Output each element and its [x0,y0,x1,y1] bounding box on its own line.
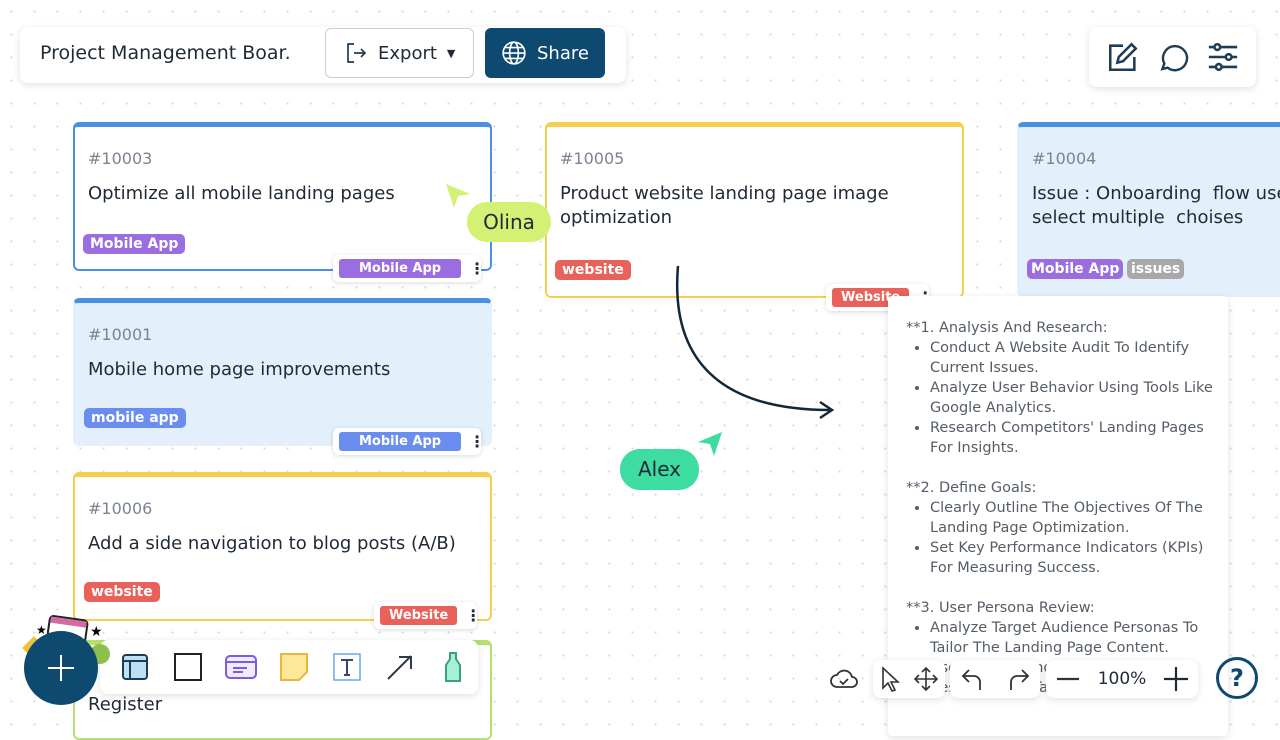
marker-icon[interactable] [433,647,473,687]
text-icon[interactable] [327,647,367,687]
collaborator-label-alex: Alex [620,449,699,490]
zoom-level: 100% [1097,669,1147,689]
notes-heading: **3. User Persona Review: [906,600,1095,616]
notes-heading: **1. Analysis And Research: [906,320,1108,336]
collaborator-label-olina: Olina [467,202,551,242]
arrow-icon[interactable] [380,647,420,687]
note-item: Analyze Target Audience Personas To Tail… [930,618,1218,658]
add-button[interactable] [24,631,98,705]
card-icon[interactable] [221,647,261,687]
zoom-in-icon[interactable] [1162,665,1190,693]
redo-icon[interactable] [1005,666,1031,692]
svg-text:★: ★ [90,624,103,640]
note-item: Set Key Performance Indicators (KPIs) Fo… [930,538,1218,578]
note-item: Clearly Outline The Objectives Of The La… [930,498,1218,538]
plus-icon [48,655,74,681]
zoom-out-icon[interactable] [1054,665,1082,693]
move-icon[interactable] [912,665,940,693]
notes-heading: **2. Define Goals: [906,480,1037,496]
table-icon[interactable] [115,647,155,687]
history-tools [950,660,1040,698]
sticky-note-icon[interactable] [274,647,314,687]
help-button[interactable]: ? [1216,657,1258,699]
note-item: Conduct A Website Audit To Identify Curr… [930,338,1218,378]
pointer-icon[interactable] [879,666,901,692]
zoom-controls: 100% [1046,660,1198,698]
undo-icon[interactable] [960,666,986,692]
cursor-pointer-icon [446,184,470,208]
selection-tools [873,660,945,698]
help-icon: ? [1230,664,1244,692]
note-item: Analyze User Behavior Using Tools Like G… [930,378,1218,418]
rectangle-icon[interactable] [168,647,208,687]
cursor-pointer-icon [698,432,722,456]
note-item: Research Competitors' Landing Pages For … [930,418,1218,458]
shapes-toolbar [100,640,478,694]
cloud-saved-icon [830,669,858,688]
